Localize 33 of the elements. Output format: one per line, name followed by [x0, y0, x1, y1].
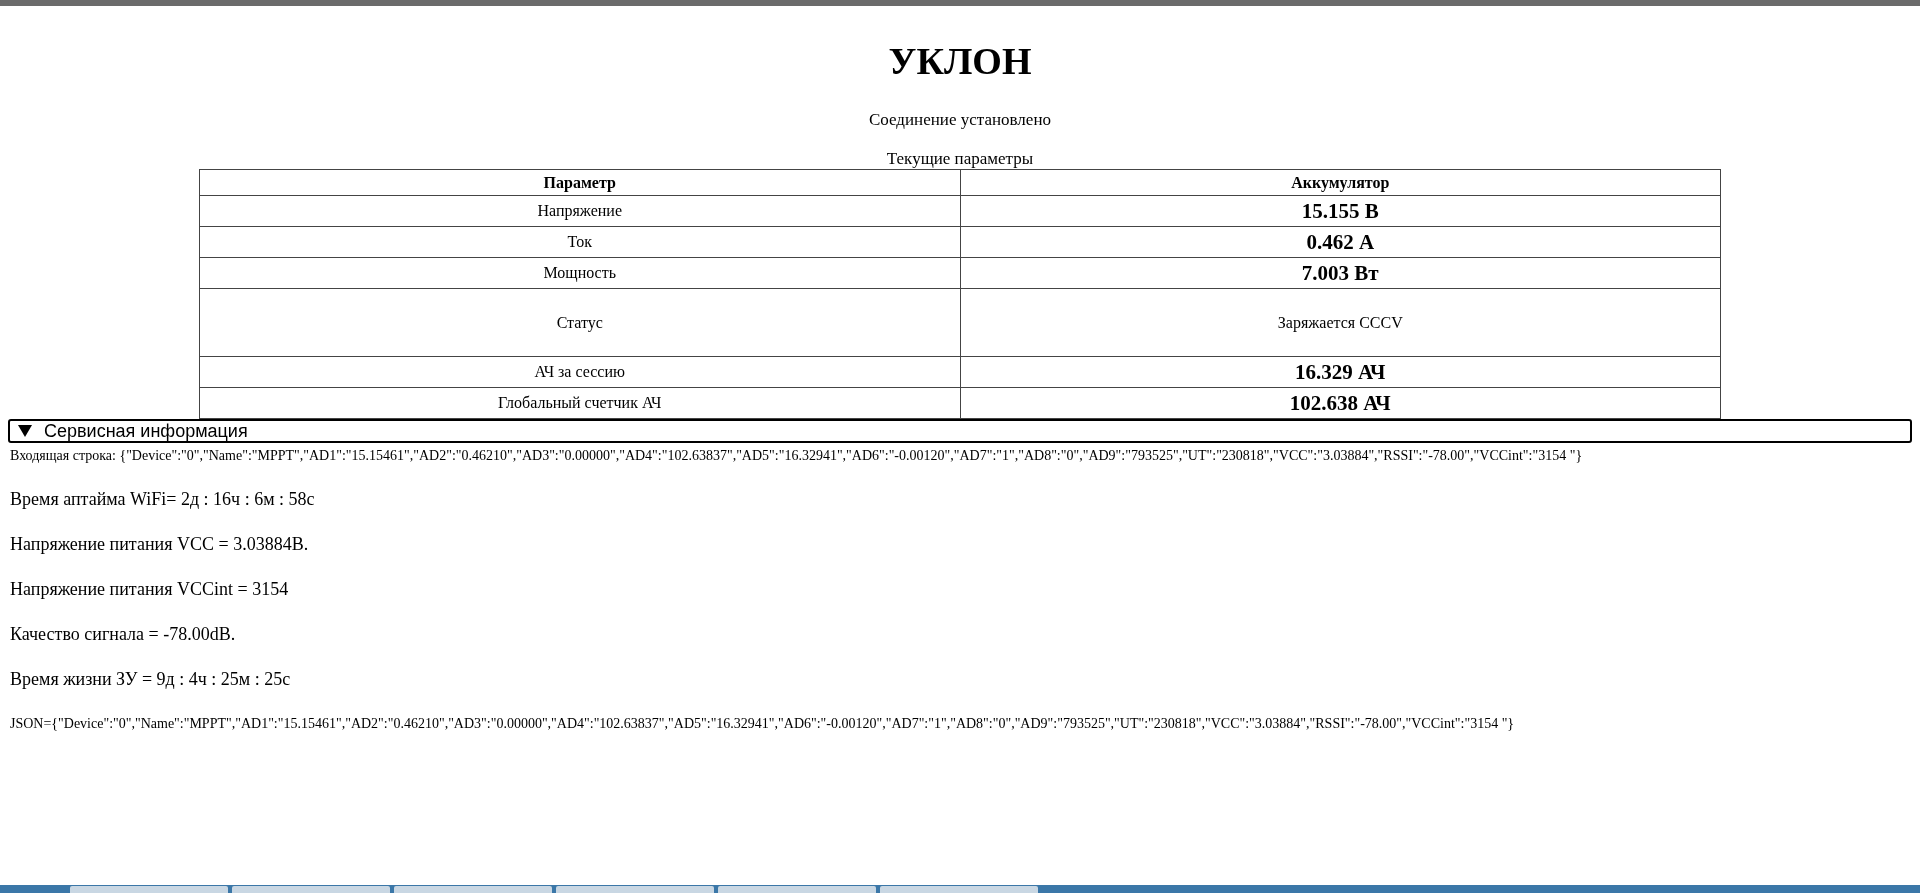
- info-line: Время жизни ЗУ = 9д : 4ч : 25м : 25с: [10, 668, 292, 690]
- info-line: Напряжение питания VCCint = 3154: [10, 578, 290, 600]
- info-line: Качество сигнала = -78.00dB.: [10, 623, 237, 645]
- column-header: Аккумулятор: [960, 169, 1721, 196]
- taskbar-button[interactable]: [232, 886, 390, 893]
- table-cell: Напряжение: [199, 195, 960, 227]
- table-cell: 7.003 Вт: [960, 257, 1721, 289]
- details-summary[interactable]: Сервисная информация: [8, 419, 1912, 443]
- table-caption: Текущие параметры: [885, 149, 1035, 169]
- table-cell: Заряжается CCCV: [960, 288, 1721, 357]
- table-cell: Глобальный счетчик АЧ: [199, 387, 960, 419]
- table-cell: Ток: [199, 226, 960, 258]
- triangle-down-icon: [18, 425, 32, 437]
- taskbar-button[interactable]: [394, 886, 552, 893]
- table-cell: Статус: [199, 288, 960, 357]
- info-line: Время аптайма WiFi= 2д : 16ч : 6м : 58с: [10, 488, 316, 510]
- column-header: Параметр: [199, 169, 960, 196]
- taskbar-button[interactable]: [880, 886, 1038, 893]
- info-line: Напряжение питания VCC = 3.03884В.: [10, 533, 310, 555]
- table-cell: 15.155 В: [960, 195, 1721, 227]
- summary-label: Сервисная информация: [44, 420, 248, 442]
- table-cell: 16.329 АЧ: [960, 356, 1721, 388]
- taskbar-button[interactable]: [556, 886, 714, 893]
- table-cell: 102.638 АЧ: [960, 387, 1721, 419]
- table-cell: АЧ за сессию: [199, 356, 960, 388]
- json-string: JSON={"Device":"0","Name":"MPPT","AD1":"15.15461","AD2":"0.46210","AD3":"0.00000","AD4":"102.63837","AD5":"16.32941","AD6":"-0.00120","AD7":"1","AD8":"0","AD9":"793525","UT":"230818","VCC":"3.03884","RSSI":"-78.00","VCCint":"3154 "}: [10, 715, 1516, 733]
- connection-status: Соединение установлено: [868, 110, 1052, 130]
- taskbar-button[interactable]: [70, 886, 228, 893]
- page-title: УКЛОН: [887, 39, 1033, 83]
- table-cell: Мощность: [199, 257, 960, 289]
- table-cell: 0.462 А: [960, 226, 1721, 258]
- taskbar-button[interactable]: [718, 886, 876, 893]
- input-string: Входящая строка: {"Device":"0","Name":"MPPT","AD1":"15.15461","AD2":"0.46210","AD3":"0.00000","AD4":"102.63837","AD5":"16.32941","AD6":"-0.00120","AD7":"1","AD8":"0","AD9":"793525","UT":"230818","VCC":"3.03884","RSSI":"-78.00","VCCint":"3154 "}: [10, 447, 1584, 465]
